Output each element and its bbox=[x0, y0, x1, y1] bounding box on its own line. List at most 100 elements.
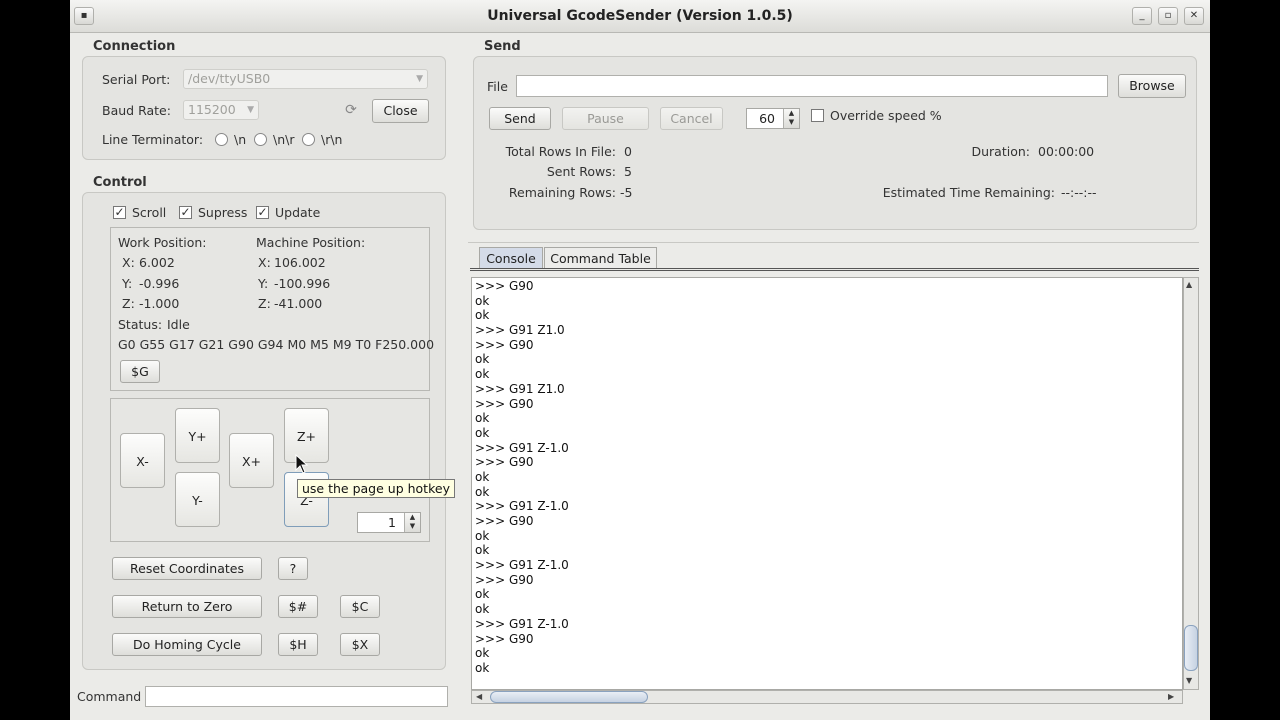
kill-alarm-button[interactable]: $X bbox=[340, 633, 380, 656]
work-x-label: X: bbox=[122, 255, 135, 270]
cancel-button[interactable]: Cancel bbox=[660, 107, 723, 130]
gcode-state: G0 G55 G17 G21 G90 G94 M0 M5 M9 T0 F250.… bbox=[118, 337, 435, 352]
pause-button[interactable]: Pause bbox=[562, 107, 649, 130]
connection-heading: Connection bbox=[93, 39, 176, 54]
machine-position-label: Machine Position: bbox=[256, 235, 366, 250]
update-label: Update bbox=[275, 205, 321, 220]
scroll-checkbox[interactable]: ✓ bbox=[113, 206, 126, 219]
terminator-label-n: \n bbox=[234, 132, 247, 147]
title-bar[interactable]: ▪ Universal GcodeSender (Version 1.0.5) … bbox=[70, 0, 1210, 33]
g-state-button[interactable]: $G bbox=[120, 360, 160, 383]
terminator-radio-rn[interactable] bbox=[302, 133, 315, 146]
step-size-spinner[interactable]: 1 ▲ ▼ bbox=[357, 512, 421, 533]
close-window-icon[interactable]: ✕ bbox=[1184, 7, 1204, 25]
override-speed-label: Override speed % bbox=[830, 108, 942, 123]
send-button[interactable]: Send bbox=[489, 107, 551, 130]
console-lines: >>> G90 ok ok >>> G91 Z1.0 >>> G90 ok ok >>> G9… bbox=[472, 278, 1182, 676]
command-input[interactable] bbox=[145, 686, 448, 707]
refresh-icon[interactable]: ⟳ bbox=[342, 101, 360, 119]
console-line: ok bbox=[475, 602, 490, 617]
scroll-left-icon[interactable]: ◀ bbox=[476, 692, 482, 701]
home-command-button[interactable]: $H bbox=[278, 633, 318, 656]
update-checkbox[interactable]: ✓ bbox=[256, 206, 269, 219]
console-line: >>> G91 Z1.0 bbox=[475, 323, 565, 338]
serial-port-label: Serial Port: bbox=[102, 72, 171, 87]
console-line: >>> G90 bbox=[475, 396, 534, 411]
console-line: ok bbox=[475, 352, 490, 367]
console-line: >>> G91 Z-1.0 bbox=[475, 616, 569, 631]
console-line: >>> G91 Z-1.0 bbox=[475, 499, 569, 514]
terminator-label-nr: \n\r bbox=[273, 132, 295, 147]
chevron-down-icon: ▼ bbox=[416, 74, 423, 84]
override-speed-checkbox[interactable] bbox=[811, 109, 824, 122]
tab-area-top-border bbox=[468, 242, 1199, 243]
scroll-up-icon[interactable]: ▲ bbox=[1186, 280, 1192, 289]
status-value: Idle bbox=[167, 317, 190, 332]
jog-y-plus-button[interactable]: Y+ bbox=[175, 408, 220, 463]
console-output[interactable]: >>> G90 ok ok >>> G91 Z1.0 >>> G90 ok ok >>> G9… bbox=[471, 277, 1183, 690]
console-line: >>> G90 bbox=[475, 455, 534, 470]
baud-rate-value: 115200 bbox=[188, 102, 236, 117]
console-line: ok bbox=[475, 411, 490, 426]
status-label: Status: bbox=[118, 317, 163, 332]
tab-console[interactable]: Console bbox=[479, 247, 543, 269]
console-line: ok bbox=[475, 469, 490, 484]
view-offsets-button[interactable]: $# bbox=[278, 595, 318, 618]
vertical-scroll-thumb[interactable] bbox=[1184, 625, 1198, 671]
console-horizontal-scrollbar[interactable]: ◀ ▶ bbox=[471, 690, 1183, 704]
chevron-down-icon: ▼ bbox=[247, 105, 254, 115]
speed-value: 60 bbox=[759, 111, 775, 126]
window-title: Universal GcodeSender (Version 1.0.5) bbox=[487, 8, 793, 24]
minimize-icon[interactable]: _ bbox=[1132, 7, 1152, 25]
jog-x-plus-button[interactable]: X+ bbox=[229, 433, 274, 488]
return-to-zero-button[interactable]: Return to Zero bbox=[112, 595, 262, 618]
work-y-label: Y: bbox=[122, 276, 133, 291]
console-line: ok bbox=[475, 425, 490, 440]
maximize-icon[interactable]: ▫ bbox=[1158, 7, 1178, 25]
step-size-value: 1 bbox=[388, 515, 396, 530]
machine-z-value: -41.000 bbox=[274, 296, 323, 311]
homing-cycle-button[interactable]: Do Homing Cycle bbox=[112, 633, 262, 656]
speed-spinner[interactable]: 60 ▲ ▼ bbox=[746, 108, 800, 129]
horizontal-scroll-thumb[interactable] bbox=[490, 691, 648, 703]
help-button[interactable]: ? bbox=[278, 557, 308, 580]
duration-value: 00:00:00 bbox=[1038, 144, 1095, 159]
serial-port-value: /dev/ttyUSB0 bbox=[188, 71, 271, 86]
spinner-arrows-icon[interactable]: ▲ ▼ bbox=[783, 109, 799, 128]
main-window: ▪ Universal GcodeSender (Version 1.0.5) … bbox=[70, 0, 1210, 720]
jog-y-minus-button[interactable]: Y- bbox=[175, 472, 220, 527]
console-line: ok bbox=[475, 660, 490, 675]
machine-x-value: 106.002 bbox=[274, 255, 326, 270]
supress-label: Supress bbox=[198, 205, 248, 220]
baud-rate-label: Baud Rate: bbox=[102, 103, 171, 118]
jog-x-minus-button[interactable]: X- bbox=[120, 433, 165, 488]
tab-divider bbox=[470, 268, 1199, 271]
console-line: >>> G90 bbox=[475, 572, 534, 587]
tab-command-table[interactable]: Command Table bbox=[544, 247, 657, 269]
machine-y-label: Y: bbox=[258, 276, 269, 291]
terminator-radio-nr[interactable] bbox=[254, 133, 267, 146]
scroll-right-icon[interactable]: ▶ bbox=[1168, 692, 1174, 701]
close-connection-button[interactable]: Close bbox=[372, 99, 429, 123]
console-line: ok bbox=[475, 528, 490, 543]
file-path-input[interactable] bbox=[516, 75, 1108, 97]
serial-port-select[interactable]: /dev/ttyUSB0 ▼ bbox=[183, 69, 428, 89]
baud-rate-select[interactable]: 115200 ▼ bbox=[183, 100, 259, 120]
spinner-arrows-icon[interactable]: ▲ ▼ bbox=[404, 513, 420, 532]
scroll-down-icon[interactable]: ▼ bbox=[1186, 676, 1192, 685]
console-line: ok bbox=[475, 308, 490, 323]
machine-z-label: Z: bbox=[258, 296, 271, 311]
supress-checkbox[interactable]: ✓ bbox=[179, 206, 192, 219]
terminator-radio-n[interactable] bbox=[215, 133, 228, 146]
reset-coordinates-button[interactable]: Reset Coordinates bbox=[112, 557, 262, 580]
console-line: >>> G90 bbox=[475, 279, 534, 293]
check-mode-button[interactable]: $C bbox=[340, 595, 380, 618]
console-line: ok bbox=[475, 587, 490, 602]
control-heading: Control bbox=[93, 175, 147, 190]
console-line: ok bbox=[475, 646, 490, 661]
console-vertical-scrollbar[interactable]: ▲ ▼ bbox=[1183, 277, 1199, 690]
browse-button[interactable]: Browse bbox=[1118, 74, 1186, 98]
console-line: >>> G90 bbox=[475, 514, 534, 528]
console-line: >>> G90 bbox=[475, 337, 534, 352]
mouse-cursor-icon bbox=[295, 454, 309, 474]
